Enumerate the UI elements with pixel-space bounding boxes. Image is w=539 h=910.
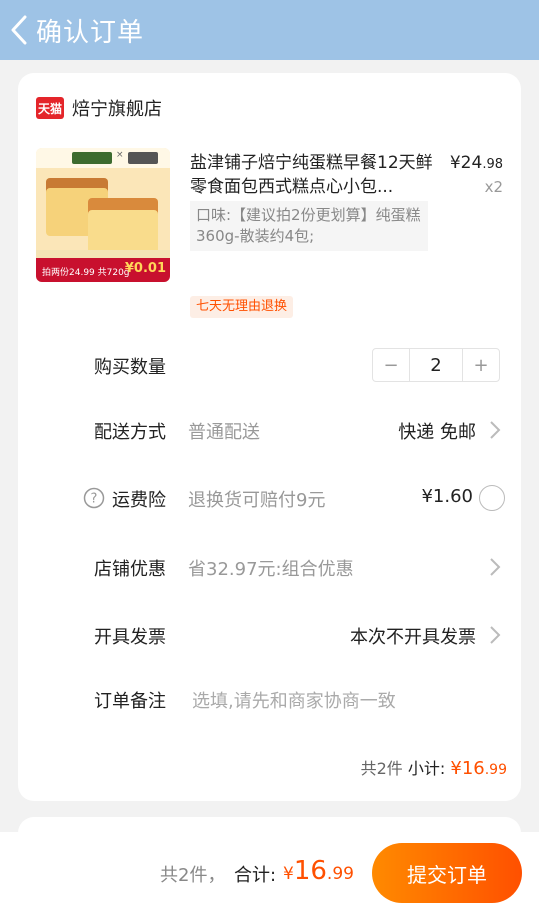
checkout-bar: 共2件， 合计: ¥16.99 提交订单 [0,832,539,910]
shop-discount-row[interactable]: 店铺优惠 省32.97元:组合优惠 [18,552,521,582]
delivery-row[interactable]: 配送方式 普通配送 快递 免邮 [18,415,521,445]
tmall-logo-icon: 天猫 [36,97,64,119]
delivery-label: 配送方式 [94,422,166,443]
quantity-label: 购买数量 [94,357,166,378]
delivery-option: 快递 免邮 [398,422,476,443]
product-price: ¥24.98 [449,153,503,173]
discount-value: 省32.97元:组合优惠 [188,559,354,580]
back-arrow-icon[interactable] [4,0,34,60]
note-label: 订单备注 [94,691,166,712]
image-price: ¥0.01 [124,261,166,276]
image-caption: 拍两份24.99 共720g [42,268,130,278]
shop-name: 焙宁旗舰店 [72,99,162,120]
insurance-desc: 退换货可赔付9元 [188,490,326,511]
delivery-method: 普通配送 [188,422,260,443]
chevron-right-icon [490,421,501,439]
order-note-row: 订单备注 选填,请先和商家协商一致 [18,684,521,714]
subtotal: 共2件 小计: ¥16.99 [360,758,507,779]
partner-logo-icon [128,152,158,164]
cake-icon [88,198,158,254]
shop-header[interactable]: 天猫 焙宁旗舰店 [36,95,162,121]
total-count: 共2件， [160,865,226,886]
product-title[interactable]: 盐津铺子焙宁纯蛋糕早餐12天鲜零食面包西式糕点心小包... [190,151,435,199]
order-note-input[interactable]: 选填,请先和商家协商一致 [192,687,396,713]
insurance-radio[interactable] [479,485,505,511]
invoice-label: 开具发票 [94,627,166,648]
discount-label: 店铺优惠 [94,559,166,580]
product-quantity: x2 [484,178,503,196]
invoice-row[interactable]: 开具发票 本次不开具发票 [18,620,521,650]
total-label: 合计: [234,865,277,886]
chevron-right-icon [490,626,501,644]
product-image[interactable]: × 拍两份24.99 共720g ¥0.01 [36,148,170,282]
quantity-stepper: − 2 + [372,348,500,382]
brand-logo-icon [72,152,112,164]
decrement-button[interactable]: − [373,349,409,381]
shipping-insurance-row: ? 运费险 退换货可赔付9元 ¥1.60 [18,483,521,513]
insurance-price: ¥1.60 [421,486,473,507]
page-title: 确认订单 [36,17,145,48]
total-amount: ¥16.99 [283,856,354,886]
product-spec[interactable]: 口味:【建议拍2份更划算】纯蛋糕360g-散装约4包; [190,201,428,251]
insurance-label: 运费险 [112,490,166,511]
order-card: 天猫 焙宁旗舰店 × 拍两份24.99 共720g ¥0.01 盐津铺子焙宁纯蛋… [18,73,521,801]
increment-button[interactable]: + [463,349,499,381]
quantity-value[interactable]: 2 [409,349,463,381]
chevron-right-icon [490,558,501,576]
return-policy-badge: 七天无理由退换 [190,296,294,318]
help-icon[interactable]: ? [83,487,105,509]
invoice-value: 本次不开具发票 [350,627,476,648]
subtotal-amount: ¥16.99 [450,758,507,779]
svg-text:?: ? [91,492,98,507]
top-navbar: 确认订单 [0,0,539,60]
submit-order-button[interactable]: 提交订单 [372,843,522,903]
